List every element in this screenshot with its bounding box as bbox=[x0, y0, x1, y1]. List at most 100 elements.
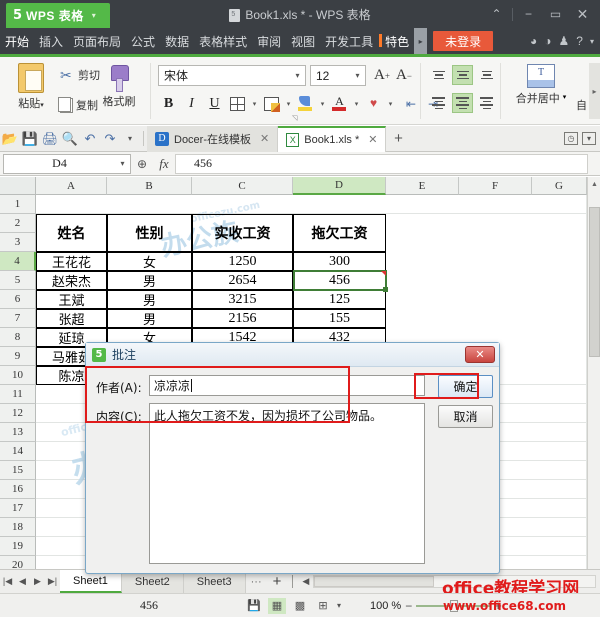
fill-handle[interactable] bbox=[383, 287, 388, 292]
dialog-close-button[interactable]: ✕ bbox=[465, 346, 495, 363]
author-input[interactable]: 凉凉凉 bbox=[149, 375, 425, 396]
row-header-3[interactable]: 3 bbox=[0, 233, 36, 252]
table-header-cell[interactable]: 拖欠工资 bbox=[293, 214, 386, 252]
align-bottom-button[interactable] bbox=[476, 65, 497, 85]
chevron-down-icon[interactable]: ▾ bbox=[337, 601, 341, 610]
formula-input[interactable]: 456 bbox=[175, 153, 588, 174]
name-box[interactable]: D4 ▾ bbox=[3, 153, 131, 174]
column-header-A[interactable]: A bbox=[36, 177, 107, 195]
table-row[interactable]: 3215 bbox=[192, 290, 293, 309]
table-header-cell[interactable]: 姓名 bbox=[36, 214, 107, 252]
chevron-down-icon[interactable]: ▾ bbox=[250, 100, 259, 108]
increase-font-size-button[interactable]: A + bbox=[372, 65, 392, 86]
ribbon-scroll-right-icon[interactable]: ▸ bbox=[589, 63, 600, 119]
print-preview-icon[interactable]: 🔍 bbox=[60, 128, 80, 150]
next-sheet-icon[interactable]: ▶ bbox=[30, 570, 45, 594]
row-header-18[interactable]: 18 bbox=[0, 518, 36, 537]
row-header-4[interactable]: 4 bbox=[0, 252, 36, 271]
tab-page-layout[interactable]: 页面布局 bbox=[68, 28, 126, 54]
chevron-down-icon[interactable]: ▾ bbox=[92, 11, 96, 20]
chevron-down-icon[interactable]: ▾ bbox=[386, 100, 395, 108]
close-icon[interactable]: ✕ bbox=[260, 132, 269, 145]
row-header-7[interactable]: 7 bbox=[0, 309, 36, 328]
table-row[interactable]: 男 bbox=[107, 271, 192, 290]
first-sheet-icon[interactable]: |◀ bbox=[0, 570, 15, 594]
cut-button[interactable]: ✂ 剪切 bbox=[60, 67, 100, 83]
row-header-20[interactable]: 20 bbox=[0, 556, 36, 569]
row-header-10[interactable]: 10 bbox=[0, 366, 36, 385]
chevron-down-icon[interactable]: ▾ bbox=[115, 159, 130, 168]
font-size-combo[interactable]: 12 ▾ bbox=[310, 65, 366, 86]
table-row[interactable]: 155 bbox=[293, 309, 386, 328]
decrease-font-size-button[interactable]: A − bbox=[394, 65, 414, 86]
prev-sheet-icon[interactable]: ◀ bbox=[15, 570, 30, 594]
tab-insert[interactable]: 插入 bbox=[34, 28, 68, 54]
row-header-19[interactable]: 19 bbox=[0, 537, 36, 556]
view-page-break-icon[interactable]: ⊞ bbox=[314, 598, 332, 614]
row-header-5[interactable]: 5 bbox=[0, 271, 36, 290]
close-icon[interactable]: ✕ bbox=[368, 133, 377, 146]
select-all-corner[interactable] bbox=[0, 177, 36, 195]
chevron-down-icon[interactable]: ▾ bbox=[284, 100, 293, 108]
align-left-button[interactable] bbox=[428, 93, 449, 113]
draw-border-button[interactable] bbox=[261, 93, 282, 114]
comment-dialog[interactable]: 5 批注 ✕ 作者(A): 凉凉凉 内容(C): 此人拖欠工资不发，因为损坏了公… bbox=[85, 342, 500, 574]
collapse-ribbon-icon[interactable]: ⌃ bbox=[483, 1, 510, 27]
tab-view[interactable]: 视图 bbox=[286, 28, 320, 54]
format-painter-button[interactable]: 格式刷 bbox=[96, 61, 142, 121]
save-status-icon[interactable]: 💾 bbox=[245, 598, 263, 614]
cancel-button[interactable]: 取消 bbox=[438, 405, 493, 428]
tab-start[interactable]: 开始 bbox=[0, 28, 34, 54]
column-header-G[interactable]: G bbox=[532, 177, 587, 195]
help-icon[interactable]: ? bbox=[576, 34, 583, 48]
align-top-button[interactable] bbox=[428, 65, 449, 85]
content-textarea[interactable]: 此人拖欠工资不发，因为损坏了公司物品。 bbox=[149, 403, 425, 564]
view-normal-icon[interactable]: ▦ bbox=[268, 597, 286, 614]
column-header-E[interactable]: E bbox=[386, 177, 459, 195]
undo-icon[interactable]: ↶ bbox=[80, 128, 100, 150]
font-dialog-launcher-icon[interactable]: ◹ bbox=[292, 114, 297, 122]
maximize-icon[interactable]: ▭ bbox=[542, 1, 569, 27]
tab-developer[interactable]: 开发工具 bbox=[320, 28, 378, 54]
more-options-icon[interactable]: ▾ bbox=[582, 132, 596, 145]
autowrap-button[interactable]: 自 bbox=[576, 97, 590, 113]
italic-button[interactable]: I bbox=[181, 93, 202, 114]
close-icon[interactable]: ✕ bbox=[569, 1, 596, 27]
table-row[interactable]: 2156 bbox=[192, 309, 293, 328]
chevron-down-icon[interactable]: ▾ bbox=[350, 71, 365, 80]
tab-data[interactable]: 数据 bbox=[160, 28, 194, 54]
qat-customize-icon[interactable]: ▾ bbox=[120, 128, 140, 150]
tab-overflow-arrow-icon[interactable]: ▸ bbox=[414, 28, 428, 54]
login-button[interactable]: 未登录 bbox=[433, 31, 494, 51]
table-row[interactable]: 125 bbox=[293, 290, 386, 309]
bold-button[interactable]: B bbox=[158, 93, 179, 114]
borders-button[interactable] bbox=[227, 93, 248, 114]
vertical-scrollbar[interactable]: ▲ bbox=[587, 177, 600, 569]
table-row[interactable]: 赵荣杰 bbox=[36, 271, 107, 290]
chevron-down-icon[interactable]: ▾ bbox=[352, 100, 361, 108]
row-header-6[interactable]: 6 bbox=[0, 290, 36, 309]
row-header-9[interactable]: 9 bbox=[0, 347, 36, 366]
underline-button[interactable]: U bbox=[204, 93, 225, 114]
vertical-scroll-thumb[interactable] bbox=[589, 207, 600, 357]
insert-function-icon[interactable]: fx bbox=[153, 152, 175, 176]
copy-button[interactable]: 复制 bbox=[58, 96, 98, 113]
table-row[interactable]: 1250 bbox=[192, 252, 293, 271]
column-header-B[interactable]: B bbox=[107, 177, 192, 195]
column-header-F[interactable]: F bbox=[459, 177, 532, 195]
ok-button[interactable]: 确定 bbox=[438, 375, 493, 398]
sheet-more-icon[interactable]: ··· bbox=[246, 576, 267, 588]
table-header-cell[interactable]: 性别 bbox=[107, 214, 192, 252]
font-color-button[interactable]: A bbox=[329, 93, 350, 114]
chevron-down-icon[interactable]: ▾ bbox=[290, 71, 305, 80]
tab-formula[interactable]: 公式 bbox=[126, 28, 160, 54]
split-handle[interactable] bbox=[292, 575, 294, 588]
fill-color-button[interactable] bbox=[295, 93, 316, 114]
row-header-17[interactable]: 17 bbox=[0, 499, 36, 518]
row-header-16[interactable]: 16 bbox=[0, 480, 36, 499]
row-header-2[interactable]: 2 bbox=[0, 214, 36, 233]
merge-center-button[interactable]: 合并居中 ▾ bbox=[510, 61, 572, 121]
align-right-button[interactable] bbox=[476, 93, 497, 113]
active-cell-selection[interactable] bbox=[293, 270, 388, 292]
globe-icon[interactable]: ◕ bbox=[530, 34, 537, 48]
